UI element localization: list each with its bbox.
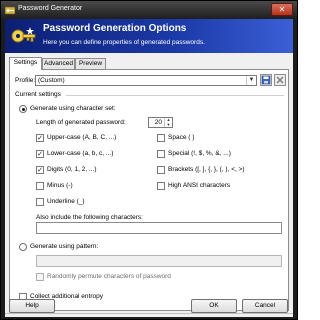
tab-advanced[interactable]: Advanced	[42, 58, 75, 69]
profile-value: (Custom)	[38, 77, 65, 84]
close-button[interactable]: ✕	[271, 3, 293, 16]
keepass-app-icon	[5, 6, 15, 15]
also-include-input[interactable]	[36, 222, 282, 234]
save-icon	[261, 75, 271, 85]
permute-checkbox[interactable]	[36, 273, 44, 281]
chevron-down-icon: ▼	[246, 76, 256, 85]
underline-label[interactable]: Underline (_)	[47, 198, 85, 205]
digits-label[interactable]: Digits (0, 1, 2, ...)	[47, 166, 97, 173]
profile-select[interactable]: (Custom) ▼	[35, 75, 257, 86]
pattern-radio-label[interactable]: Generate using pattern:	[30, 243, 98, 250]
save-profile-button[interactable]	[260, 74, 272, 86]
high-ansi-checkbox[interactable]	[157, 182, 165, 190]
header-banner: Password Generation Options Here you can…	[5, 19, 293, 53]
banner-title: Password Generation Options	[43, 23, 187, 34]
permute-label[interactable]: Randomly permute characters of password	[47, 273, 171, 280]
lowercase-checkbox[interactable]: ✓	[36, 150, 44, 158]
lowercase-label[interactable]: Lower-case (a, b, c, ...)	[47, 150, 113, 157]
length-spinner[interactable]: 20 ▲ ▼	[148, 117, 173, 128]
charset-radio[interactable]	[19, 105, 27, 113]
delete-icon	[276, 76, 284, 84]
spinner-arrows-icon[interactable]: ▲ ▼	[164, 117, 172, 127]
key-generator-icon	[11, 27, 36, 43]
help-button[interactable]: Help	[9, 299, 55, 313]
space-checkbox[interactable]	[157, 134, 165, 142]
uppercase-label[interactable]: Upper-case (A, B, C, ...)	[47, 134, 116, 141]
brackets-label[interactable]: Brackets ([, ], {, }, (, ), <, >)	[168, 166, 245, 173]
brackets-checkbox[interactable]	[157, 166, 165, 174]
tab-preview[interactable]: Preview	[75, 58, 106, 69]
space-label[interactable]: Space ( )	[168, 134, 194, 141]
minus-label[interactable]: Minus (-)	[47, 182, 73, 189]
title-bar[interactable]: Password Generator ✕	[1, 1, 297, 19]
special-label[interactable]: Special (!, $, %, &, ...)	[168, 150, 231, 157]
underline-checkbox[interactable]	[36, 198, 44, 206]
dialog-client-area: Password Generation Options Here you can…	[5, 19, 293, 317]
window-title: Password Generator	[18, 5, 83, 12]
pattern-input[interactable]	[36, 255, 282, 267]
charset-radio-label[interactable]: Generate using character set:	[30, 105, 116, 112]
current-settings-divider	[66, 95, 284, 96]
also-include-label: Also include the following characters:	[36, 214, 143, 221]
minus-checkbox[interactable]	[36, 182, 44, 190]
special-checkbox[interactable]	[157, 150, 165, 158]
current-settings-label: Current settings	[15, 91, 61, 98]
ok-button[interactable]: OK	[191, 299, 237, 313]
delete-profile-button[interactable]	[274, 74, 286, 86]
profile-label: Profile:	[15, 77, 36, 84]
length-label: Length of generated password:	[36, 119, 126, 126]
settings-panel: Profile: (Custom) ▼ Current settings Gen…	[9, 69, 289, 311]
tab-settings[interactable]: Settings	[9, 57, 42, 70]
high-ansi-label[interactable]: High ANSI characters	[168, 182, 230, 189]
uppercase-checkbox[interactable]: ✓	[36, 134, 44, 142]
pattern-radio[interactable]	[19, 243, 27, 251]
button-bar-divider	[5, 313, 293, 314]
cancel-button[interactable]: Cancel	[242, 299, 288, 313]
length-value: 20	[154, 119, 162, 126]
password-generator-window: Password Generator ✕ Password Generation…	[0, 0, 298, 320]
banner-subtitle: Here you can define properties of genera…	[43, 39, 205, 46]
digits-checkbox[interactable]: ✓	[36, 166, 44, 174]
